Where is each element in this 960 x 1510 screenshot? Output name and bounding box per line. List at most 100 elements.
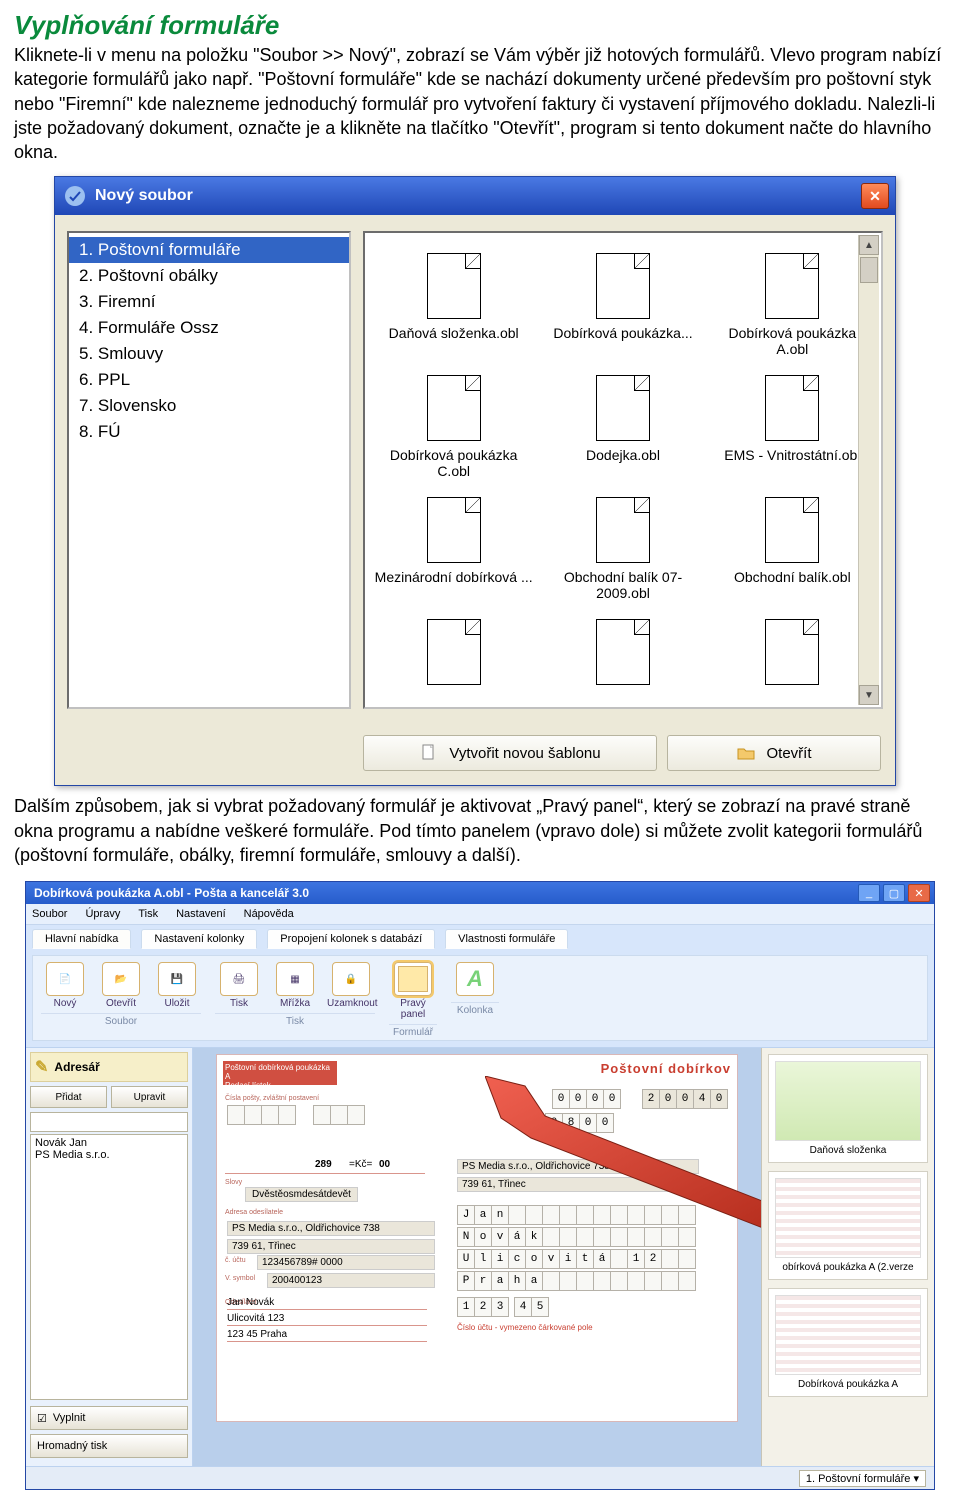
document-icon xyxy=(427,253,481,319)
file-item[interactable]: Dobírková poukázka... xyxy=(540,247,705,363)
list-item[interactable]: PS Media s.r.o. xyxy=(35,1149,183,1161)
sender-name: Jan Novák xyxy=(227,1297,427,1310)
ribbon-button-save[interactable]: 💾Uložit xyxy=(153,962,201,1009)
ribbon-label: Pravý panel xyxy=(389,998,437,1020)
menubar: Soubor Úpravy Tisk Nastavení Nápověda xyxy=(26,904,934,925)
file-grid[interactable]: Daňová složenka.obl Dobírková poukázka..… xyxy=(363,231,883,709)
grid-row: 0800 xyxy=(545,1113,613,1133)
menu-item[interactable]: Nápověda xyxy=(244,908,294,920)
pencil-icon: ✎ xyxy=(35,1057,48,1077)
menu-item[interactable]: Soubor xyxy=(32,908,67,920)
ribbon-group: 📄Nový 📂Otevřít 💾Uložit Soubor xyxy=(37,962,205,1038)
file-item[interactable]: Obchodní balík 07-2009.obl xyxy=(540,491,705,607)
close-button[interactable]: ✕ xyxy=(908,884,930,902)
ribbon-tab[interactable]: Hlavní nabídka xyxy=(32,929,131,949)
ribbon-button-right-panel[interactable]: Pravý panel xyxy=(389,962,437,1020)
template-card[interactable]: Dobírková poukázka A xyxy=(768,1288,928,1397)
bulk-print-button[interactable]: Hromadný tisk xyxy=(30,1434,188,1458)
file-item[interactable]: Dobírková poukázka C.obl xyxy=(371,369,536,485)
ribbon-label: Mřížka xyxy=(271,998,319,1009)
button-label: Hromadný tisk xyxy=(37,1440,107,1452)
panel-icon xyxy=(394,962,432,996)
file-item[interactable]: Dodejka.obl xyxy=(540,369,705,485)
template-card[interactable]: Daňová složenka xyxy=(768,1054,928,1163)
maximize-button[interactable]: ▢ xyxy=(883,884,905,902)
close-button[interactable]: ✕ xyxy=(861,183,889,209)
ribbon-tab[interactable]: Vlastnosti formuláře xyxy=(445,929,568,949)
grid-row: 0000 20040 xyxy=(552,1089,727,1109)
template-card[interactable]: obírková poukázka A (2.verze xyxy=(768,1171,928,1280)
file-item[interactable]: EMS - Vnitrostátní.obl xyxy=(710,369,875,485)
kc-label: =Kč= xyxy=(349,1159,372,1170)
postal-form: Poštovní dobírková poukázka APodací líst… xyxy=(216,1054,738,1422)
ribbon-tab[interactable]: Propojení kolonek s databází xyxy=(267,929,435,949)
menu-item[interactable]: Nastavení xyxy=(176,908,226,920)
ribbon-button-lock[interactable]: 🔒Uzamknout xyxy=(327,962,375,1009)
file-label: Dobírková poukázka... xyxy=(542,325,703,341)
minimize-button[interactable]: _ xyxy=(858,884,880,902)
category-list[interactable]: 1. Poštovní formuláře 2. Poštovní obálky… xyxy=(67,231,351,709)
document-canvas[interactable]: Poštovní dobírková poukázka APodací líst… xyxy=(193,1048,761,1466)
file-item[interactable]: Daňová složenka.obl xyxy=(371,247,536,363)
edit-button[interactable]: Upravit xyxy=(111,1086,188,1108)
category-item[interactable]: 3. Firemní xyxy=(69,289,349,315)
category-item[interactable]: 2. Poštovní obálky xyxy=(69,263,349,289)
scroll-down-icon[interactable]: ▼ xyxy=(859,685,879,705)
file-item[interactable] xyxy=(710,613,875,697)
list-item[interactable]: Novák Jan xyxy=(35,1137,183,1149)
new-template-button[interactable]: Vytvořit novou šablonu xyxy=(363,735,657,771)
contact-list[interactable]: Novák Jan PS Media s.r.o. xyxy=(30,1134,188,1400)
intro-paragraph-2: Dalším způsobem, jak si vybrat požadovan… xyxy=(14,794,946,867)
category-item[interactable]: 8. FÚ xyxy=(69,419,349,445)
button-label: Vyplnit xyxy=(53,1412,86,1424)
search-input[interactable] xyxy=(30,1112,188,1132)
ribbon-group-label: Kolonka xyxy=(451,1002,499,1016)
ribbon-tab[interactable]: Nastavení kolonky xyxy=(141,929,257,949)
ribbon-button-font[interactable]: A xyxy=(451,962,499,998)
document-icon xyxy=(765,497,819,563)
file-item[interactable]: Obchodní balík.obl xyxy=(710,491,875,607)
category-item[interactable]: 4. Formuláře Ossz xyxy=(69,315,349,341)
add-button[interactable]: Přidat xyxy=(30,1086,107,1108)
category-item[interactable]: 5. Smlouvy xyxy=(69,341,349,367)
grid-icon: ▦ xyxy=(276,962,314,996)
dialog-titlebar: Nový soubor ✕ xyxy=(55,177,895,215)
file-label: Obchodní balík 07-2009.obl xyxy=(542,569,703,601)
category-item[interactable]: 7. Slovensko xyxy=(69,393,349,419)
dialog-title: Nový soubor xyxy=(95,187,861,205)
ribbon-group: Pravý panel Formulář xyxy=(385,962,441,1038)
app-window: Dobírková poukázka A.obl - Pošta a kance… xyxy=(25,881,935,1490)
scrollbar[interactable]: ▲ ▼ xyxy=(858,235,879,705)
open-button[interactable]: Otevřít xyxy=(667,735,881,771)
recipient-line: 739 61, Třinec xyxy=(457,1177,699,1192)
grid-surname: Novák xyxy=(457,1227,695,1247)
scroll-up-icon[interactable]: ▲ xyxy=(859,235,879,255)
ribbon-label: Uložit xyxy=(153,998,201,1009)
ribbon-button-open[interactable]: 📂Otevřít xyxy=(97,962,145,1009)
menu-item[interactable]: Tisk xyxy=(138,908,158,920)
grid-name: Jan xyxy=(457,1205,695,1225)
file-item[interactable] xyxy=(371,613,536,697)
dialog-icon xyxy=(63,184,87,208)
file-label: Mezinárodní dobírková ... xyxy=(373,569,534,585)
print-icon: 🖨 xyxy=(220,962,258,996)
ribbon-button-grid[interactable]: ▦ Mřížka xyxy=(271,962,319,1009)
field: 123456789# 0000 xyxy=(257,1255,435,1270)
file-item[interactable]: Dobírková poukázka A.obl xyxy=(710,247,875,363)
ribbon-button-new[interactable]: 📄Nový xyxy=(41,962,89,1009)
file-item[interactable]: Mezinárodní dobírková ... xyxy=(371,491,536,607)
card-label: Daňová složenka xyxy=(775,1145,921,1156)
document-icon xyxy=(596,375,650,441)
scroll-thumb[interactable] xyxy=(860,257,878,283)
thumbnail-icon xyxy=(775,1061,921,1141)
category-item[interactable]: 6. PPL xyxy=(69,367,349,393)
category-dropdown[interactable]: 1. Poštovní formuláře ▾ xyxy=(799,1470,926,1487)
button-label: Vytvořit novou šablonu xyxy=(449,745,600,762)
ribbon-button-print[interactable]: 🖨Tisk xyxy=(215,962,263,1009)
fill-button[interactable]: ☑Vyplnit xyxy=(30,1406,188,1430)
category-item[interactable]: 1. Poštovní formuláře xyxy=(69,237,349,263)
file-label: Dobírková poukázka A.obl xyxy=(712,325,873,357)
file-label: EMS - Vnitrostátní.obl xyxy=(712,447,873,463)
file-item[interactable] xyxy=(540,613,705,697)
menu-item[interactable]: Úpravy xyxy=(85,908,120,920)
